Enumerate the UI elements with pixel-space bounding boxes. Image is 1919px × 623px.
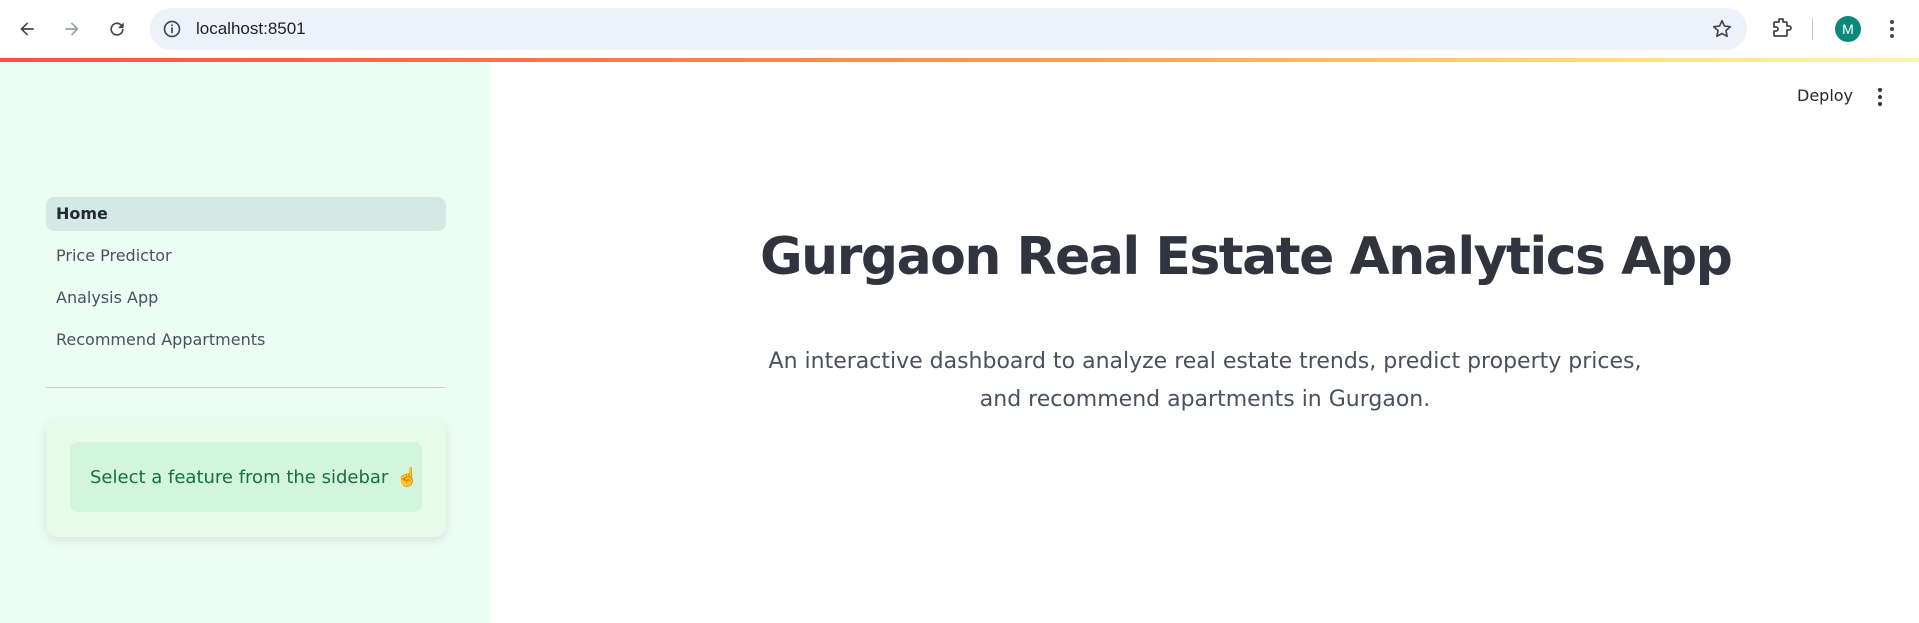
page-title-row: Gurgaon Real Estate Analytics App [740,222,1733,292]
page-description: An interactive dashboard to analyze real… [768,349,1642,412]
address-bar[interactable]: localhost:8501 [150,8,1747,50]
sidebar-nav: Home Price Predictor Analysis App Recomm… [46,197,446,365]
info-alert-text: Select a feature from the sidebar [90,466,389,488]
star-icon[interactable] [1711,18,1733,40]
extensions-icon[interactable] [1770,16,1794,40]
browser-toolbar: localhost:8501 M [0,0,1919,58]
toolbar-divider [1812,18,1813,40]
sidebar-item-price-predictor[interactable]: Price Predictor [46,239,446,273]
profile-avatar[interactable]: M [1835,16,1861,42]
sidebar: Home Price Predictor Analysis App Recomm… [0,62,490,623]
page-title: Gurgaon Real Estate Analytics App [760,227,1733,287]
back-arrow-icon [20,22,34,36]
back-button[interactable] [10,12,44,46]
deploy-button[interactable]: Deploy [1797,86,1853,105]
url-text[interactable]: localhost:8501 [196,8,306,50]
sidebar-item-home[interactable]: Home [46,197,446,231]
forward-arrow-icon [65,22,79,36]
kebab-menu-icon[interactable] [1882,16,1902,42]
reload-icon [110,22,124,36]
sidebar-divider [46,387,446,388]
info-alert: Select a feature from the sidebar ☝️ [70,442,422,512]
sidebar-info-card: Select a feature from the sidebar ☝️ [46,419,446,537]
sidebar-item-analysis-app[interactable]: Analysis App [46,281,446,315]
pointing-up-icon: ☝️ [396,466,419,488]
info-icon[interactable] [162,19,182,39]
forward-button[interactable] [55,12,89,46]
app-menu-icon[interactable] [1870,86,1890,108]
reload-button[interactable] [100,12,134,46]
sidebar-item-recommend-appartments[interactable]: Recommend Appartments [46,323,446,357]
